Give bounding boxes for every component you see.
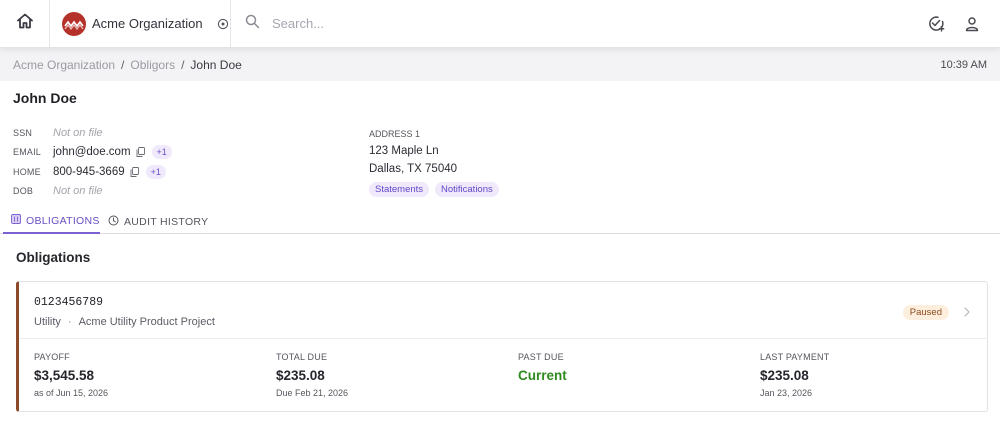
last-payment-value: $235.08 <box>760 368 809 383</box>
notifications-tag[interactable]: Notifications <box>435 182 499 197</box>
address-line-2: Dallas, TX 75040 <box>369 163 458 175</box>
acme-logo <box>62 11 86 36</box>
breadcrumb-obligors[interactable]: Obligors <box>130 58 175 72</box>
copy-icon[interactable] <box>136 147 145 157</box>
metric-payoff: PAYOFF $3,545.58 as of Jun 15, 2026 <box>34 352 108 398</box>
user-icon[interactable] <box>954 6 990 42</box>
email-row: EMAIL john@doe.com +1 <box>13 144 172 160</box>
obligation-card[interactable]: 0123456789 Utility · Acme Utility Produc… <box>16 281 988 412</box>
past-due-value: Current <box>518 368 567 383</box>
breadcrumb: Acme Organization / Obligors / John Doe … <box>0 48 1000 81</box>
address-line-1: 123 Maple Ln <box>369 145 439 157</box>
email-value: john@doe.com <box>53 146 131 158</box>
card-divider <box>19 338 988 339</box>
ssn-value: Not on file <box>53 127 103 139</box>
total-due-date: Due Feb 21, 2026 <box>276 388 349 398</box>
org-name: Acme Organization <box>92 16 203 31</box>
switch-org-icon[interactable] <box>217 18 229 30</box>
payoff-label: PAYOFF <box>34 352 70 362</box>
org-switcher[interactable]: Acme Organization <box>50 0 231 47</box>
copy-icon[interactable] <box>130 167 139 177</box>
total-due-value: $235.08 <box>276 368 325 383</box>
metric-past-due: PAST DUE Current <box>518 352 567 383</box>
payoff-value: $3,545.58 <box>34 368 95 383</box>
obligations-title: Obligations <box>16 250 91 265</box>
email-more-badge[interactable]: +1 <box>151 145 172 159</box>
statements-tag[interactable]: Statements <box>369 182 430 197</box>
search-icon <box>245 14 260 34</box>
tab-obligations-label: OBLIGATIONS <box>26 214 100 227</box>
breadcrumb-separator: / <box>181 57 185 72</box>
obligations-icon <box>11 214 21 227</box>
ssn-row: SSN Not on file <box>13 125 103 141</box>
breadcrumb-separator: / <box>121 57 125 72</box>
address-label: ADDRESS 1 <box>369 129 421 139</box>
page-title: John Doe <box>13 90 77 106</box>
tab-audit-history[interactable]: AUDIT HISTORY <box>108 209 208 234</box>
total-due-label: TOTAL DUE <box>276 352 328 362</box>
search-input[interactable] <box>272 16 832 31</box>
tab-obligations[interactable]: OBLIGATIONS <box>3 209 100 234</box>
clock: 10:39 AM <box>940 58 987 71</box>
metric-last-payment: LAST PAYMENT $235.08 Jan 23, 2026 <box>760 352 829 398</box>
top-bar: Acme Organization <box>0 0 1000 48</box>
separator-dot: · <box>67 316 72 328</box>
breadcrumb-current: John Doe <box>190 57 242 72</box>
last-payment-date: Jan 23, 2026 <box>760 388 813 398</box>
last-payment-label: LAST PAYMENT <box>760 352 830 362</box>
email-label: EMAIL <box>13 147 42 157</box>
chevron-right-icon[interactable] <box>963 305 971 323</box>
dob-row: DOB Not on file <box>13 183 103 199</box>
check-plus-icon[interactable] <box>918 6 954 42</box>
obligor-panel: John Doe SSN Not on file EMAIL john@doe.… <box>0 81 1000 426</box>
obligation-subtitle: Utility · Acme Utility Product Project <box>34 316 215 328</box>
breadcrumb-org[interactable]: Acme Organization <box>13 58 115 72</box>
status-badge: Paused <box>902 305 949 320</box>
home-button[interactable] <box>0 0 50 47</box>
past-due-label: PAST DUE <box>518 352 564 362</box>
obligation-type: Utility <box>34 316 61 328</box>
phone-more-badge[interactable]: +1 <box>145 165 166 179</box>
home-phone-row: HOME 800-945-3669 +1 <box>13 164 166 180</box>
home-label: HOME <box>13 167 41 177</box>
ssn-label: SSN <box>13 128 33 138</box>
tab-bar: OBLIGATIONS AUDIT HISTORY <box>0 209 1000 234</box>
obligation-project: Acme Utility Product Project <box>78 316 215 328</box>
account-number: 0123456789 <box>34 296 104 309</box>
tab-audit-history-label: AUDIT HISTORY <box>124 215 209 228</box>
payoff-date: as of Jun 15, 2026 <box>34 388 109 398</box>
home-phone-value: 800-945-3669 <box>53 166 125 178</box>
dob-value: Not on file <box>53 185 103 197</box>
clock-icon <box>108 215 119 229</box>
search-bar[interactable] <box>231 0 918 47</box>
home-icon <box>15 11 35 36</box>
dob-label: DOB <box>13 186 34 196</box>
metric-total-due: TOTAL DUE $235.08 Due Feb 21, 2026 <box>276 352 348 398</box>
